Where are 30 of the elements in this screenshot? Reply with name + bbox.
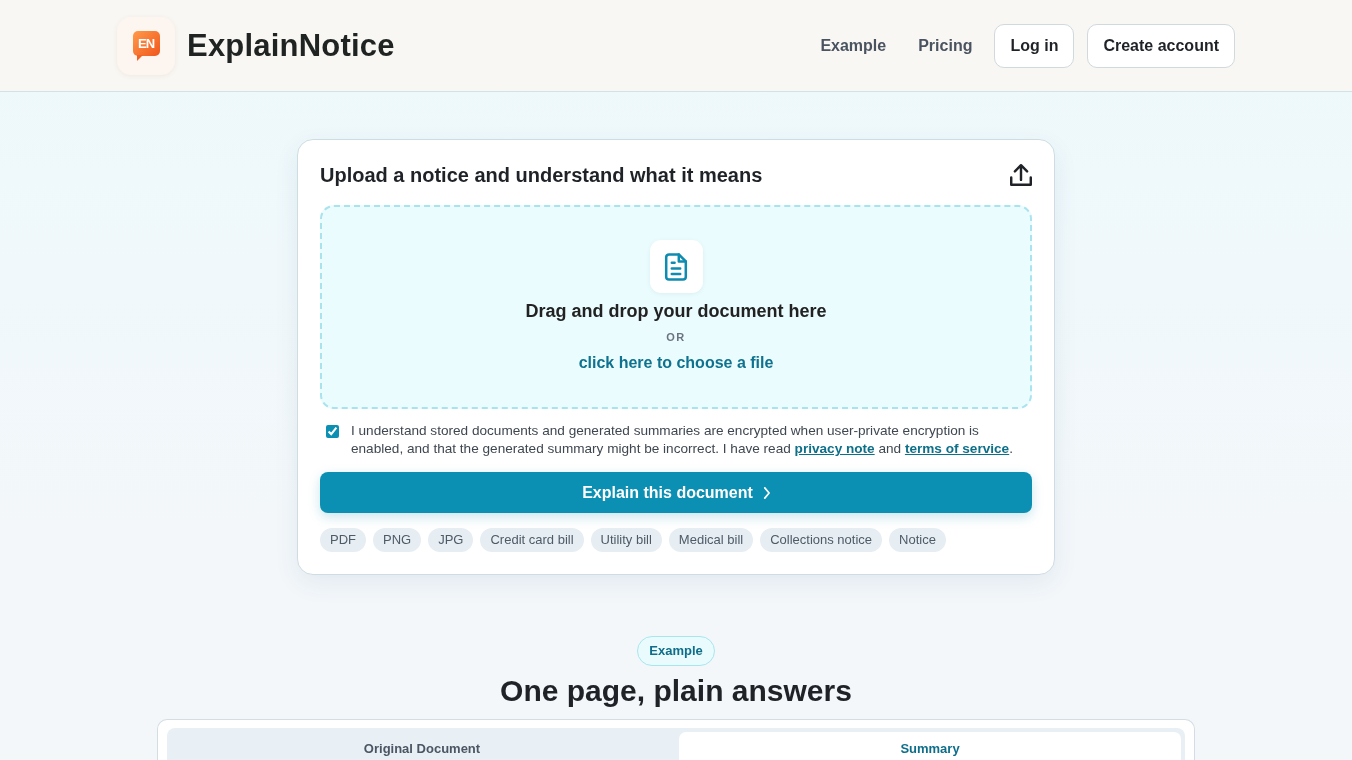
policy-link[interactable]: privacy note [794,441,875,456]
file-type-tag: PNG [373,528,422,552]
section-title: One page, plain answers [500,673,852,709]
file-type-tag: Medical bill [668,528,754,552]
nav-button[interactable]: Create account [1087,23,1235,68]
file-type-tag: Notice [889,528,946,552]
nav-button[interactable]: Log in [994,23,1075,68]
brand-name: ExplainNotice [187,27,395,64]
tab[interactable]: Original Document [171,732,673,760]
choose-file-link[interactable]: click here to choose a file [578,352,774,374]
document-icon [649,240,703,293]
consent-checkbox[interactable] [326,425,339,438]
nav-link[interactable]: Example [820,36,887,55]
section-badge: Example [637,636,715,666]
chevron-right-icon [762,486,770,499]
drop-zone-heading: Drag and drop your document here [525,300,827,322]
nav-link[interactable]: Pricing [918,36,973,55]
file-type-tag: PDF [320,528,366,552]
upload-icon [1010,164,1032,186]
file-type-tag: Collections notice [760,528,883,552]
tab[interactable]: Summary [679,732,1181,760]
policy-link[interactable]: terms of service [904,441,1010,456]
file-type-tag: Credit card bill [480,528,584,552]
drop-zone[interactable]: Drag and drop your document here OR click here to choose a file [320,205,1032,409]
card-title: Upload a notice and understand what it means [320,163,763,187]
file-type-tag: Utility bill [590,528,662,552]
separator-text: OR [666,330,686,344]
explain-button[interactable]: Explain this document [320,472,1032,513]
consent-text: I understand stored documents and generated summaries are encrypted when user-private encryption is enabled, and that the generated summary might be incorrect. I have read privacy note and terms of service. [351,422,1014,458]
file-type-tag: JPG [428,528,474,552]
